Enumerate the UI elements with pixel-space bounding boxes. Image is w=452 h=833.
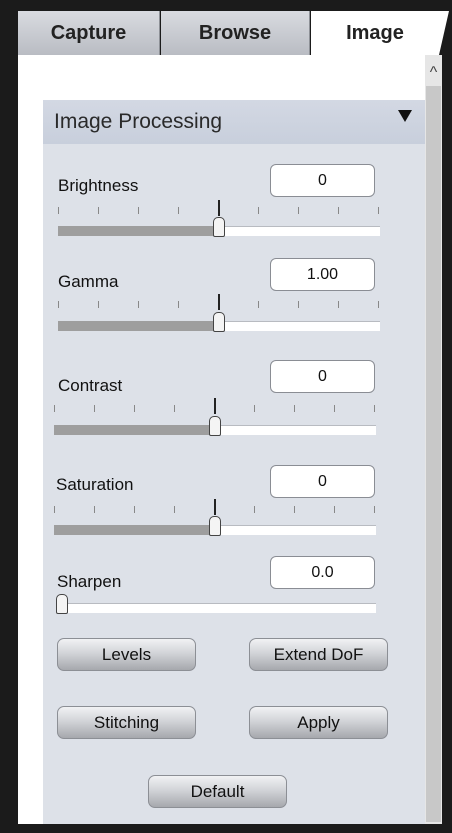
slider-tick bbox=[138, 301, 139, 308]
slider-tick bbox=[94, 506, 95, 513]
gamma-ticks bbox=[58, 294, 380, 311]
gamma-input[interactable]: 1.00 bbox=[270, 258, 375, 291]
slider-tick bbox=[254, 405, 255, 412]
saturation-thumb[interactable] bbox=[209, 516, 221, 536]
slider-tick bbox=[374, 506, 375, 513]
tab-browse[interactable]: Browse bbox=[161, 11, 310, 55]
slider-tick bbox=[58, 301, 59, 308]
brightness-slider[interactable] bbox=[58, 217, 380, 237]
slider-tick bbox=[134, 405, 135, 412]
contrast-input[interactable]: 0 bbox=[270, 360, 375, 393]
saturation-slider[interactable] bbox=[54, 516, 376, 536]
slider-tick bbox=[298, 207, 299, 214]
slider-tick bbox=[338, 207, 339, 214]
sharpen-label: Sharpen bbox=[57, 572, 122, 591]
slider-tick bbox=[258, 207, 259, 214]
slider-tick bbox=[298, 301, 299, 308]
slider-tick bbox=[98, 207, 99, 214]
sharpen-input[interactable]: 0.0 bbox=[270, 556, 375, 589]
slider-tick bbox=[258, 301, 259, 308]
slider-tick bbox=[374, 405, 375, 412]
slider-center-tick bbox=[218, 200, 220, 216]
contrast-thumb[interactable] bbox=[209, 416, 221, 436]
contrast-label: Contrast bbox=[58, 376, 123, 395]
brightness-fill bbox=[58, 226, 219, 236]
slider-tick bbox=[294, 506, 295, 513]
default-button[interactable]: Default bbox=[148, 775, 287, 808]
slider-center-tick bbox=[214, 499, 216, 515]
brightness-thumb[interactable] bbox=[213, 217, 225, 237]
slider-center-tick bbox=[214, 398, 216, 414]
slider-tick bbox=[178, 207, 179, 214]
saturation-label: Saturation bbox=[56, 475, 134, 494]
slider-tick bbox=[178, 301, 179, 308]
tab-capture[interactable]: Capture bbox=[18, 11, 160, 55]
slider-tick bbox=[54, 506, 55, 513]
levels-button[interactable]: Levels bbox=[57, 638, 196, 671]
apply-button[interactable]: Apply bbox=[249, 706, 388, 739]
gamma-thumb[interactable] bbox=[213, 312, 225, 332]
brightness-label: Brightness bbox=[58, 176, 139, 195]
slider-tick bbox=[378, 207, 379, 214]
gamma-fill bbox=[58, 321, 219, 331]
extend-dof-button[interactable]: Extend DoF bbox=[249, 638, 388, 671]
chevron-up-icon[interactable]: ^ bbox=[425, 62, 442, 84]
slider-tick bbox=[138, 207, 139, 214]
tab-edge-decoration bbox=[439, 11, 452, 55]
saturation-input[interactable]: 0 bbox=[270, 465, 375, 498]
slider-tick bbox=[98, 301, 99, 308]
contrast-fill bbox=[54, 425, 215, 435]
slider-center-tick bbox=[218, 294, 220, 310]
slider-tick bbox=[378, 301, 379, 308]
sharpen-thumb[interactable] bbox=[56, 594, 68, 614]
stitching-button[interactable]: Stitching bbox=[57, 706, 196, 739]
slider-tick bbox=[174, 506, 175, 513]
slider-tick bbox=[94, 405, 95, 412]
brightness-input[interactable]: 0 bbox=[270, 164, 375, 197]
slider-tick bbox=[54, 405, 55, 412]
gamma-slider[interactable] bbox=[58, 312, 380, 332]
gamma-label: Gamma bbox=[58, 272, 119, 291]
contrast-ticks bbox=[54, 398, 376, 415]
slider-tick bbox=[334, 405, 335, 412]
slider-tick bbox=[294, 405, 295, 412]
slider-tick bbox=[58, 207, 59, 214]
slider-tick bbox=[334, 506, 335, 513]
slider-tick bbox=[338, 301, 339, 308]
slider-tick bbox=[254, 506, 255, 513]
slider-tick bbox=[174, 405, 175, 412]
tab-bar: Capture Browse Image bbox=[18, 11, 452, 55]
sharpen-slider[interactable] bbox=[56, 594, 376, 614]
saturation-ticks bbox=[54, 499, 376, 516]
slider-tick bbox=[134, 506, 135, 513]
contrast-slider[interactable] bbox=[54, 416, 376, 436]
triangle-down-icon[interactable] bbox=[398, 110, 412, 122]
brightness-ticks bbox=[58, 200, 380, 217]
saturation-fill bbox=[54, 525, 215, 535]
panel-title: Image Processing bbox=[54, 110, 223, 133]
tab-image[interactable]: Image bbox=[311, 11, 439, 55]
scrollbar-thumb[interactable] bbox=[426, 86, 441, 822]
